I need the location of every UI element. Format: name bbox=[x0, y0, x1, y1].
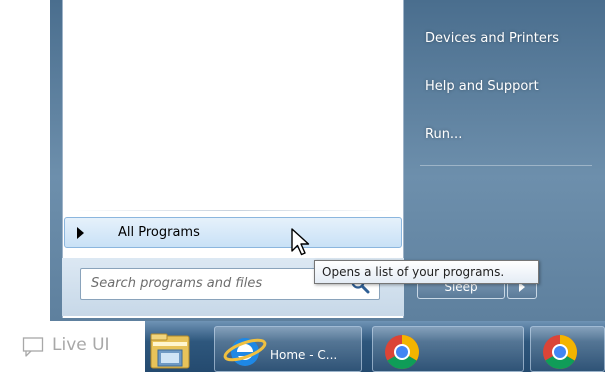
run-item[interactable]: Run... bbox=[425, 127, 462, 142]
help-and-support-item[interactable]: Help and Support bbox=[425, 79, 539, 94]
all-programs-label: All Programs bbox=[118, 225, 200, 240]
chrome-icon bbox=[543, 335, 577, 369]
tooltip: Opens a list of your programs. bbox=[314, 260, 539, 284]
comment-icon bbox=[22, 337, 44, 357]
chrome-icon bbox=[385, 335, 419, 369]
folder-icon[interactable] bbox=[148, 330, 194, 370]
left-pane-divider bbox=[70, 210, 396, 211]
taskbar-ie-label: Home - C... bbox=[270, 348, 338, 362]
devices-and-printers-item[interactable]: Devices and Printers bbox=[425, 31, 559, 46]
expand-arrow-icon bbox=[77, 227, 84, 239]
ie-icon bbox=[223, 338, 267, 366]
right-pane-divider bbox=[420, 165, 592, 166]
all-programs-item[interactable]: All Programs bbox=[64, 217, 402, 248]
mouse-cursor-icon bbox=[291, 228, 310, 256]
live-ui-label: Live UI bbox=[52, 335, 110, 355]
search-placeholder: Search programs and files bbox=[91, 276, 263, 291]
